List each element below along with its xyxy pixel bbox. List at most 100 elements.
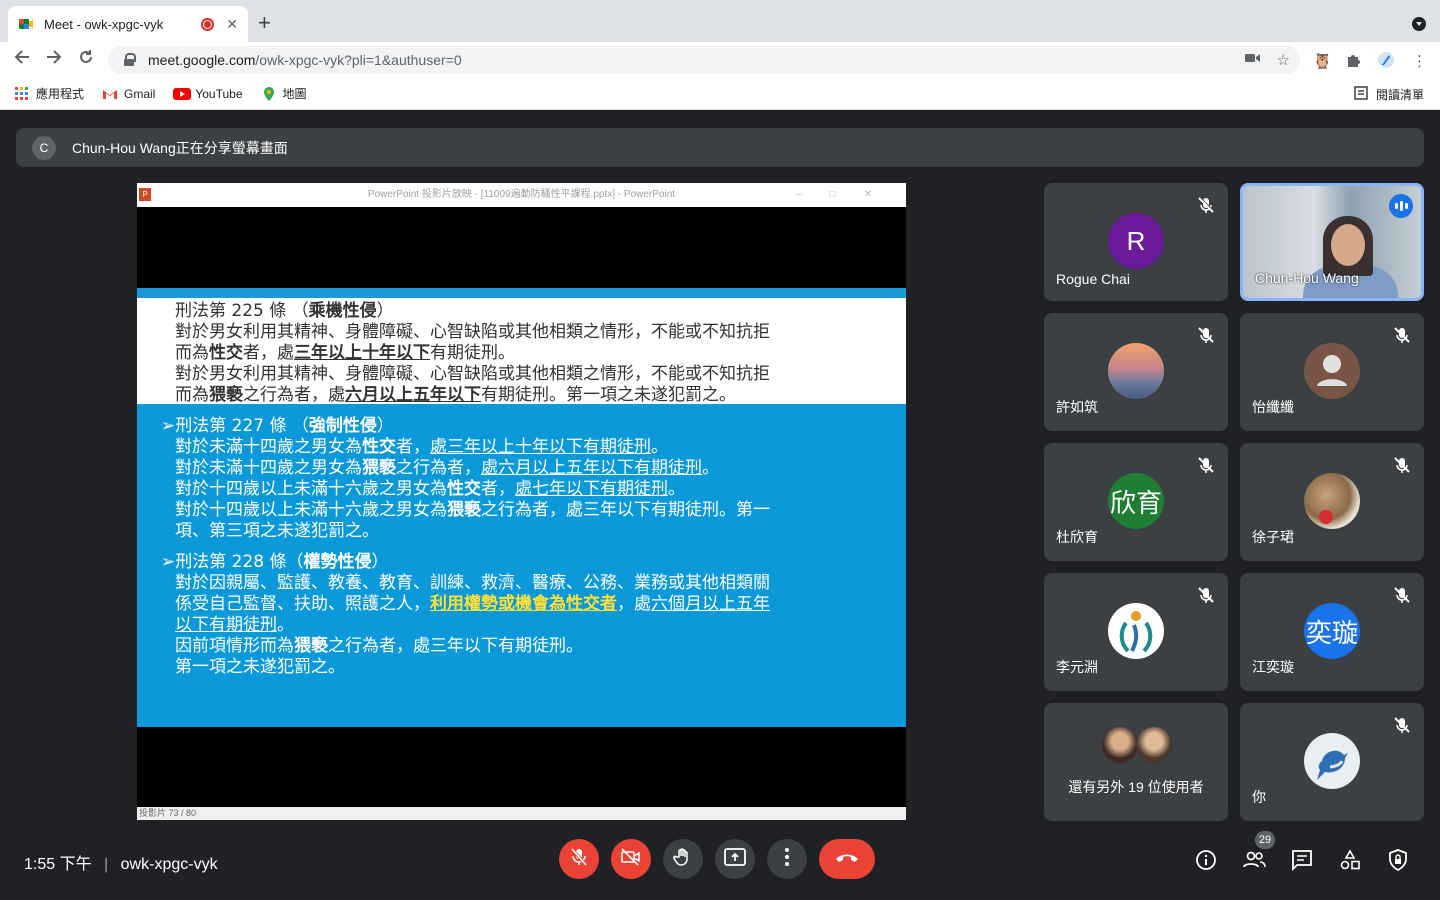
forward-arrow-icon[interactable] <box>42 48 66 71</box>
bookmark-apps[interactable]: 應用程式 <box>14 85 84 102</box>
hang-up-icon <box>834 850 860 868</box>
camera-toggle-button[interactable] <box>611 839 651 879</box>
others-count-label: 還有另外 19 位使用者 <box>1068 779 1204 795</box>
reading-list-button[interactable]: 閱讀清單 <box>1354 86 1424 103</box>
reload-icon[interactable] <box>74 48 98 71</box>
url-host: meet.google.com <box>148 52 256 68</box>
meet-favicon-icon <box>18 16 34 32</box>
participant-tile-others[interactable]: 還有另外 19 位使用者 <box>1044 703 1228 821</box>
bookmark-youtube[interactable]: YouTube <box>173 86 243 102</box>
new-tab-button[interactable]: + <box>258 10 271 36</box>
camera-in-use-icon[interactable] <box>1244 51 1261 69</box>
lock-icon[interactable] <box>122 53 136 67</box>
slide-accent-bar <box>137 288 906 298</box>
current-time: 1:55 下午 <box>24 856 92 873</box>
people-icon <box>1243 851 1266 868</box>
leave-call-button[interactable] <box>819 839 875 879</box>
participant-tile-rogue-chai[interactable]: R Rogue Chai <box>1044 183 1228 301</box>
url-path: /owk-xpgc-vyk?pli=1&authuser=0 <box>255 52 462 68</box>
participant-avatar: 欣育 <box>1108 473 1164 529</box>
participant-tile-yi-xianxian[interactable]: 怡纖纖 <box>1240 313 1424 431</box>
slide-line: 對於因親屬、監護、教養、教育、訓練、救濟、醫療、公務、業務或其他相類關 <box>175 573 770 593</box>
more-vert-icon <box>784 847 790 872</box>
slide-article-225: 刑法第 225 條 （乘機性侵） 對於男女利用其精神、身體障礙、心智缺陷或其他相… <box>137 298 906 405</box>
browser-tab-strip: Meet - owk-xpgc-vyk ✕ + <box>0 0 1440 42</box>
slide-line: 對於男女利用其精神、身體障礙、心智缺陷或其他相類之情形，不能或不知抗拒 <box>175 364 770 384</box>
microphone-toggle-button[interactable] <box>559 839 599 879</box>
meeting-code: owk-xpgc-vyk <box>120 856 218 873</box>
participant-tile-xu-ruzhu[interactable]: 許如筑 <box>1044 313 1228 431</box>
slide-heading-228: ➢刑法第 228 條（權勢性侵） <box>161 552 389 572</box>
bookmark-gmail[interactable]: Gmail <box>102 86 155 102</box>
participant-name: 李元淵 <box>1056 659 1098 675</box>
video-feed <box>1331 224 1365 266</box>
activities-button[interactable] <box>1338 848 1362 872</box>
activities-icon <box>1340 849 1360 870</box>
browser-tab[interactable]: Meet - owk-xpgc-vyk ✕ <box>8 6 248 42</box>
bookmark-label: 應用程式 <box>36 87 85 101</box>
shield-lock-icon <box>1389 849 1407 871</box>
present-screen-button[interactable] <box>715 839 755 879</box>
mic-off-icon <box>1392 715 1412 735</box>
youtube-icon <box>173 86 192 102</box>
window-controls: –□✕ <box>796 189 900 200</box>
raise-hand-button[interactable] <box>663 839 703 879</box>
mic-off-icon <box>1196 585 1216 605</box>
bookmark-maps[interactable]: 地圖 <box>261 85 307 102</box>
participant-photo-avatar <box>1304 473 1360 529</box>
slide-line: 對於十四歲以上未滿十六歲之男女為性交者，處七年以下有期徒刑。 <box>175 479 685 499</box>
participant-tile-chun-hou-wang[interactable]: Chun-Hou Wang <box>1240 183 1424 301</box>
slide-line: 對於未滿十四歲之男女為性交者，處三年以上十年以下有期徒刑。 <box>175 437 668 457</box>
mic-off-icon <box>1196 455 1216 475</box>
participant-tile-li-yuanyuan[interactable]: 李元淵 <box>1044 573 1228 691</box>
slide-line: 因前項情形而為猥褻之行為者，處三年以下有期徒刑。 <box>175 636 583 656</box>
powerpoint-window-title: PowerPoint 投影片放映 - [11009遍動防騷性平課程.pptx] … <box>367 189 676 200</box>
more-options-button[interactable] <box>767 839 807 879</box>
powerpoint-icon: P <box>139 188 151 201</box>
info-icon <box>1196 850 1216 870</box>
camera-off-icon <box>620 847 642 872</box>
reading-list-label: 閱讀清單 <box>1375 88 1424 102</box>
participant-name: Chun-Hou Wang <box>1255 270 1359 286</box>
bookmark-star-icon[interactable]: ☆ <box>1277 51 1290 69</box>
people-button[interactable] <box>1242 848 1266 872</box>
owl-extension-icon[interactable]: 🦉 <box>1313 52 1332 70</box>
tab-search-icon[interactable] <box>1412 17 1426 31</box>
mic-off-icon <box>1196 195 1216 215</box>
gmail-icon <box>102 86 118 102</box>
slide-line: 對於未滿十四歲之男女為猥褻之行為者，處六月以上五年以下有期徒刑。 <box>175 458 719 478</box>
chat-button[interactable] <box>1290 848 1314 872</box>
separator: | <box>104 856 109 873</box>
slide-line: 對於男女利用其精神、身體障礙、心智缺陷或其他相類之情形，不能或不知抗拒 <box>175 322 770 342</box>
profile-avatar-icon[interactable] <box>1378 52 1394 72</box>
group-avatar-icon <box>1136 727 1172 763</box>
participant-tile-jiang-yixuan[interactable]: 奕璇 江奕璇 <box>1240 573 1424 691</box>
participant-tile-you[interactable]: 你 <box>1240 703 1424 821</box>
participant-avatar: 奕璇 <box>1304 603 1360 659</box>
browser-toolbar: meet.google.com/owk-xpgc-vyk?pli=1&authu… <box>0 42 1440 78</box>
hand-icon <box>673 847 693 872</box>
host-controls-button[interactable] <box>1386 848 1410 872</box>
reading-list-icon <box>1354 86 1368 103</box>
back-arrow-icon[interactable] <box>10 48 34 71</box>
bookmarks-bar: 應用程式 Gmail YouTube 地圖 閱讀清單 <box>0 78 1440 110</box>
browser-menu-icon[interactable]: ⋮ <box>1412 52 1427 70</box>
meeting-info: 1:55 下午 | owk-xpgc-vyk <box>24 850 218 874</box>
presenting-text: Chun-Hou Wang正在分享螢幕畫面 <box>72 139 288 156</box>
meeting-details-button[interactable] <box>1194 848 1218 872</box>
participant-photo-avatar <box>1108 603 1164 659</box>
chat-icon <box>1292 850 1312 871</box>
slide-line: 第一項之未遂犯罰之。 <box>175 657 345 677</box>
tab-close-icon[interactable]: ✕ <box>226 16 238 33</box>
slide-articles-227-228: ➢刑法第 227 條 （強制性侵） 對於未滿十四歲之男女為性交者，處三年以上十年… <box>137 404 906 727</box>
slide-line: 而為性交者，處三年以上十年以下有期徒刑。 <box>175 343 515 363</box>
apps-grid-icon <box>14 86 30 102</box>
group-avatar-icon <box>1102 727 1138 763</box>
presenting-banner: C Chun-Hou Wang正在分享螢幕畫面 <box>16 128 1424 167</box>
extensions-puzzle-icon[interactable] <box>1346 52 1362 72</box>
participant-tile-xu-zijun[interactable]: 徐子珺 <box>1240 443 1424 561</box>
powerpoint-status-bar: 投影片 73 / 80 <box>137 807 906 820</box>
address-bar[interactable]: meet.google.com/owk-xpgc-vyk?pli=1&authu… <box>108 46 1300 74</box>
participant-tile-du-xinyu[interactable]: 欣育 杜欣育 <box>1044 443 1228 561</box>
present-screen-icon <box>724 847 746 871</box>
